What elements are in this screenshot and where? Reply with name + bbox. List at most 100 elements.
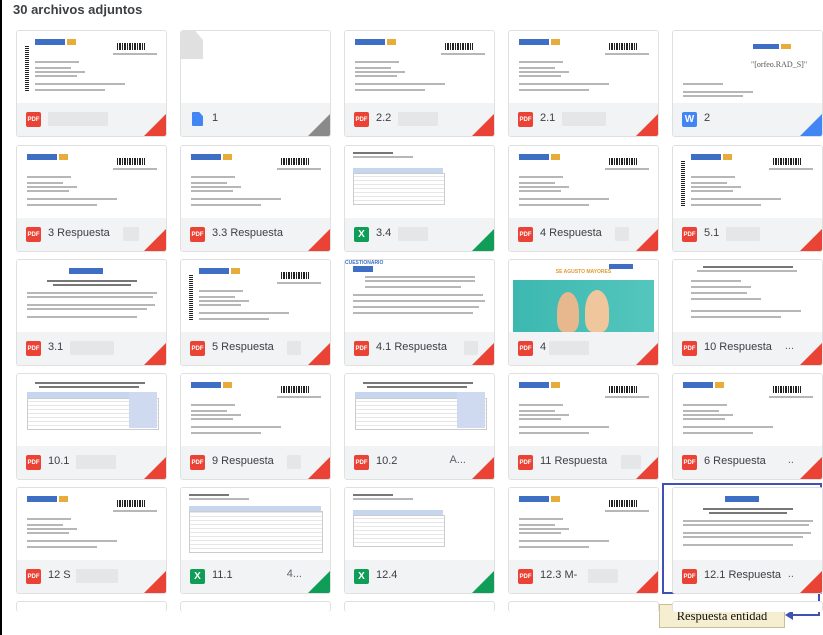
attachment-tile[interactable]: PDF 5.1 [672, 145, 823, 252]
callout-arrow-line-horizontal [792, 614, 820, 616]
attachment-tile[interactable]: PDF 10.2 A... [344, 373, 495, 480]
file-type-corner-fold [472, 343, 494, 365]
attachment-tile[interactable]: PDF 3.3 Respuesta [180, 145, 331, 252]
attachment-tile[interactable]: PDF 2.2 [344, 30, 495, 137]
redacted-filename [287, 341, 301, 355]
attachment-thumbnail[interactable] [345, 146, 494, 218]
attachment-thumbnail[interactable]: CUESTIONARIO [345, 260, 494, 332]
radicado-line [277, 168, 321, 170]
text-line [191, 404, 235, 406]
attachment-tile[interactable]: X 12.4 [344, 487, 495, 594]
title-line [53, 284, 131, 286]
text-line [519, 404, 563, 406]
attachment-thumbnail[interactable] [673, 260, 822, 332]
attachment-thumbnail[interactable] [17, 260, 166, 332]
sheet-grid [353, 173, 445, 205]
attachment-footer: PDF 4 Respuesta [509, 218, 658, 251]
redacted-filename [76, 569, 118, 583]
form-line [691, 280, 741, 282]
attachment-thumbnail[interactable] [509, 488, 658, 560]
entity-logo [69, 268, 103, 274]
text-line [683, 95, 743, 97]
attachment-thumbnail[interactable] [345, 31, 494, 103]
attachment-tile-partial[interactable] [180, 601, 331, 612]
attachment-thumbnail[interactable] [509, 374, 658, 446]
attachment-tile[interactable]: PDF 5 Respuesta [180, 259, 331, 366]
attachment-tile[interactable]: PDF 4 Respuesta [508, 145, 659, 252]
attachment-thumbnail[interactable] [17, 488, 166, 560]
attachment-thumbnail[interactable] [509, 146, 658, 218]
text-line [353, 294, 483, 296]
attachment-tile[interactable]: PDF 10 Respuesta... [672, 259, 823, 366]
attachment-thumbnail[interactable] [181, 31, 330, 103]
attachment-tile[interactable]: PDF 2.1 [508, 30, 659, 137]
attachment-tile-partial[interactable] [672, 601, 823, 612]
attachment-tile[interactable]: CUESTIONARIO PDF 4.1 Respuesta [344, 259, 495, 366]
attachment-thumbnail[interactable] [509, 31, 658, 103]
attachment-tile[interactable]: X 3.4 [344, 145, 495, 252]
table-title-line [367, 386, 467, 388]
text-line [683, 544, 793, 546]
attachment-thumbnail[interactable] [673, 488, 822, 560]
text-line [683, 532, 811, 534]
excel-file-icon: X [190, 569, 205, 584]
attachment-thumbnail[interactable] [673, 146, 822, 218]
attachment-tile[interactable]: PDF 9 Respuesta [180, 373, 331, 480]
attachment-tile[interactable]: PDF 10.1 [16, 373, 167, 480]
attachment-tile-partial[interactable] [344, 601, 495, 612]
text-line [27, 524, 63, 526]
text-line [519, 414, 569, 416]
pdf-file-icon: PDF [26, 341, 41, 356]
text-line [519, 410, 555, 412]
radicado-line [277, 282, 321, 284]
attachment-tile[interactable]: PDF 12.3 M- [508, 487, 659, 594]
text-line [191, 204, 261, 206]
attachment-tile-partial[interactable] [508, 601, 659, 612]
attachment-thumbnail[interactable] [345, 374, 494, 446]
attachment-filename: 1 [212, 112, 219, 124]
attachment-thumbnail[interactable] [17, 146, 166, 218]
radicado-line [113, 168, 157, 170]
redacted-filename [562, 112, 606, 126]
text-line [519, 67, 555, 69]
radicado-line [441, 53, 485, 55]
attachment-thumbnail[interactable]: "[orfeo.RAD_S]" [673, 31, 822, 103]
attachment-tile[interactable]: PDF 3 Respuesta [16, 145, 167, 252]
attachment-thumbnail[interactable] [345, 488, 494, 560]
attachment-thumbnail[interactable]: SE AGUSTO MAYORES [509, 260, 658, 332]
attachment-thumbnail[interactable] [181, 488, 330, 560]
attachment-thumbnail[interactable] [181, 374, 330, 446]
attachment-thumbnail[interactable] [673, 374, 822, 446]
text-line [27, 540, 117, 542]
text-line [691, 186, 741, 188]
attachment-tile[interactable]: PDF 11 Respuesta [508, 373, 659, 480]
attachment-tile[interactable]: PDF [16, 30, 167, 137]
attachment-thumbnail[interactable] [181, 146, 330, 218]
attachment-tile[interactable]: "[orfeo.RAD_S]" W 2 [672, 30, 823, 137]
vertical-barcode [25, 45, 29, 91]
pdf-file-icon: PDF [518, 455, 533, 470]
text-line [683, 520, 813, 522]
attachment-tile[interactable]: PDF 12 S [16, 487, 167, 594]
attachment-tile[interactable]: SE AGUSTO MAYORES PDF 4 [508, 259, 659, 366]
attachment-tile[interactable]: PDF 3.1 [16, 259, 167, 366]
table-title-line [363, 382, 473, 384]
attachment-tile[interactable]: X 11.1 4... [180, 487, 331, 594]
pdf-file-icon: PDF [26, 455, 41, 470]
attachment-thumbnail[interactable] [17, 374, 166, 446]
entity-logo [725, 496, 759, 502]
text-line [35, 75, 77, 77]
entity-logo-secondary [223, 154, 232, 160]
attachment-filename: 4.1 Respuesta [376, 341, 447, 353]
redacted-filename [76, 455, 116, 469]
file-type-corner-fold [636, 114, 658, 136]
attachment-thumbnail[interactable] [181, 260, 330, 332]
attachment-tile[interactable]: PDF 6 Respuesta.. [672, 373, 823, 480]
attachment-tile[interactable]: PDF 12.1 Respuesta.. [672, 487, 823, 594]
attachment-thumbnail[interactable] [17, 31, 166, 103]
attachment-tile-partial[interactable] [16, 601, 167, 612]
barcode [773, 386, 801, 393]
attachment-footer: PDF 5 Respuesta [181, 332, 330, 365]
entity-logo-secondary [551, 154, 560, 160]
attachment-tile[interactable]: 1 [180, 30, 331, 137]
